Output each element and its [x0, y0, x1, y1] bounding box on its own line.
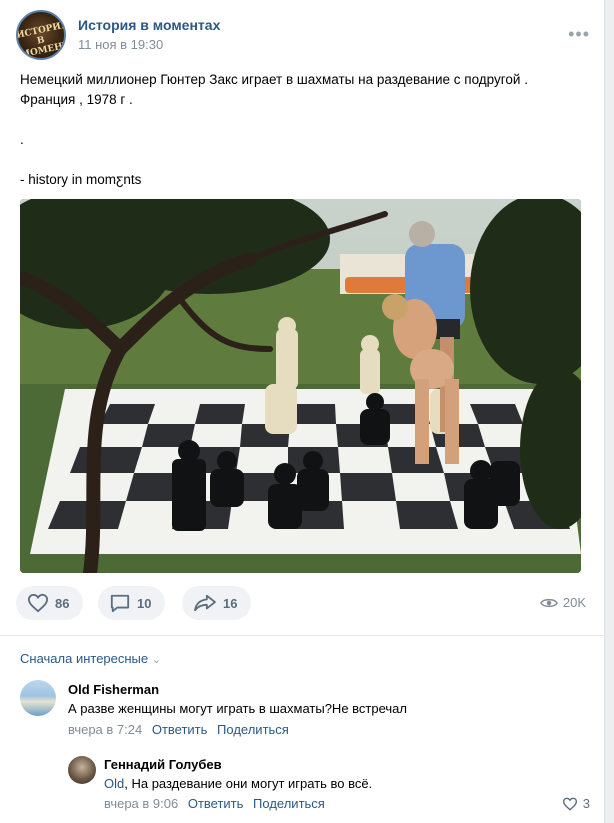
comment-item: Old Fisherman А разве женщины могут игра… [20, 680, 590, 740]
share-arrow-icon [194, 594, 216, 612]
share-button[interactable]: 16 [182, 586, 252, 620]
commenter-name[interactable]: Геннадий Голубев [104, 757, 222, 772]
community-name[interactable]: История в моментах [78, 17, 220, 33]
post-photo[interactable] [20, 199, 581, 573]
views-count: 20K [562, 595, 586, 610]
post-text: Немецкий миллионер Гюнтер Закс играет в … [20, 70, 580, 190]
commenter-avatar[interactable] [68, 756, 96, 784]
avatar-logo-text: ИСТОРИЯ В МОМЕНТАХ [16, 20, 66, 60]
like-button[interactable]: 86 [16, 586, 84, 620]
reply-link[interactable]: Ответить [188, 796, 244, 811]
share-link[interactable]: Поделиться [253, 796, 325, 811]
comments-sort-label: Сначала интересные [20, 651, 149, 666]
commenter-name[interactable]: Old Fisherman [68, 682, 159, 697]
post-text-line: Франция , 1978 г . [20, 92, 133, 107]
post-date[interactable]: 11 ноя в 19:30 [78, 37, 163, 52]
comment-button[interactable]: 10 [98, 586, 166, 620]
post-text-spacer [20, 110, 580, 130]
share-count: 16 [223, 595, 238, 611]
post-text-line: Немецкий миллионер Гюнтер Закс играет в … [20, 72, 528, 87]
comment-like-button[interactable]: 3 [562, 796, 590, 811]
commenter-avatar[interactable] [20, 680, 56, 716]
comments-sort-dropdown[interactable]: Сначала интересные ⌄ [20, 651, 161, 666]
mention-link[interactable]: Old [104, 776, 124, 791]
eye-icon [539, 598, 558, 607]
post-text-line: - history in momƹnts [20, 172, 142, 187]
heart-icon [27, 593, 49, 613]
like-count: 86 [55, 595, 70, 611]
share-link[interactable]: Поделиться [217, 722, 289, 737]
comment-text: Old, На раздевание они могут играть во в… [104, 776, 372, 791]
comment-like-count: 3 [582, 796, 590, 811]
more-options-icon[interactable]: ••• [568, 24, 590, 45]
post-actions: 86 10 16 20K [16, 586, 588, 622]
chess-photo-illustration [20, 199, 581, 573]
comment-text: А разве женщины могут играть в шахматы?Н… [68, 701, 407, 716]
comment-time[interactable]: вчера в 7:24 [68, 722, 142, 737]
comment-icon [110, 594, 130, 613]
reply-link[interactable]: Ответить [152, 722, 208, 737]
comment-time[interactable]: вчера в 9:06 [104, 796, 178, 811]
post-card: ИСТОРИЯ В МОМЕНТАХ История в моментах 11… [0, 0, 605, 823]
comment-count: 10 [137, 595, 152, 611]
views-counter: 20K [539, 595, 586, 610]
post-header: ИСТОРИЯ В МОМЕНТАХ История в моментах 11… [16, 10, 590, 60]
comment-reply-item: Геннадий Голубев Old, На раздевание они … [68, 756, 590, 816]
comment-meta: вчера в 9:06 Ответить Поделиться [104, 796, 325, 811]
comment-text-body: , На раздевание они могут играть во всё. [124, 776, 373, 791]
heart-icon [562, 797, 577, 811]
comments-divider [0, 635, 604, 636]
chevron-down-icon: ⌄ [151, 654, 161, 666]
post-text-spacer [20, 150, 580, 170]
community-avatar[interactable]: ИСТОРИЯ В МОМЕНТАХ [16, 10, 66, 60]
post-text-line: . [20, 132, 24, 147]
comment-meta: вчера в 7:24 Ответить Поделиться [68, 722, 289, 737]
